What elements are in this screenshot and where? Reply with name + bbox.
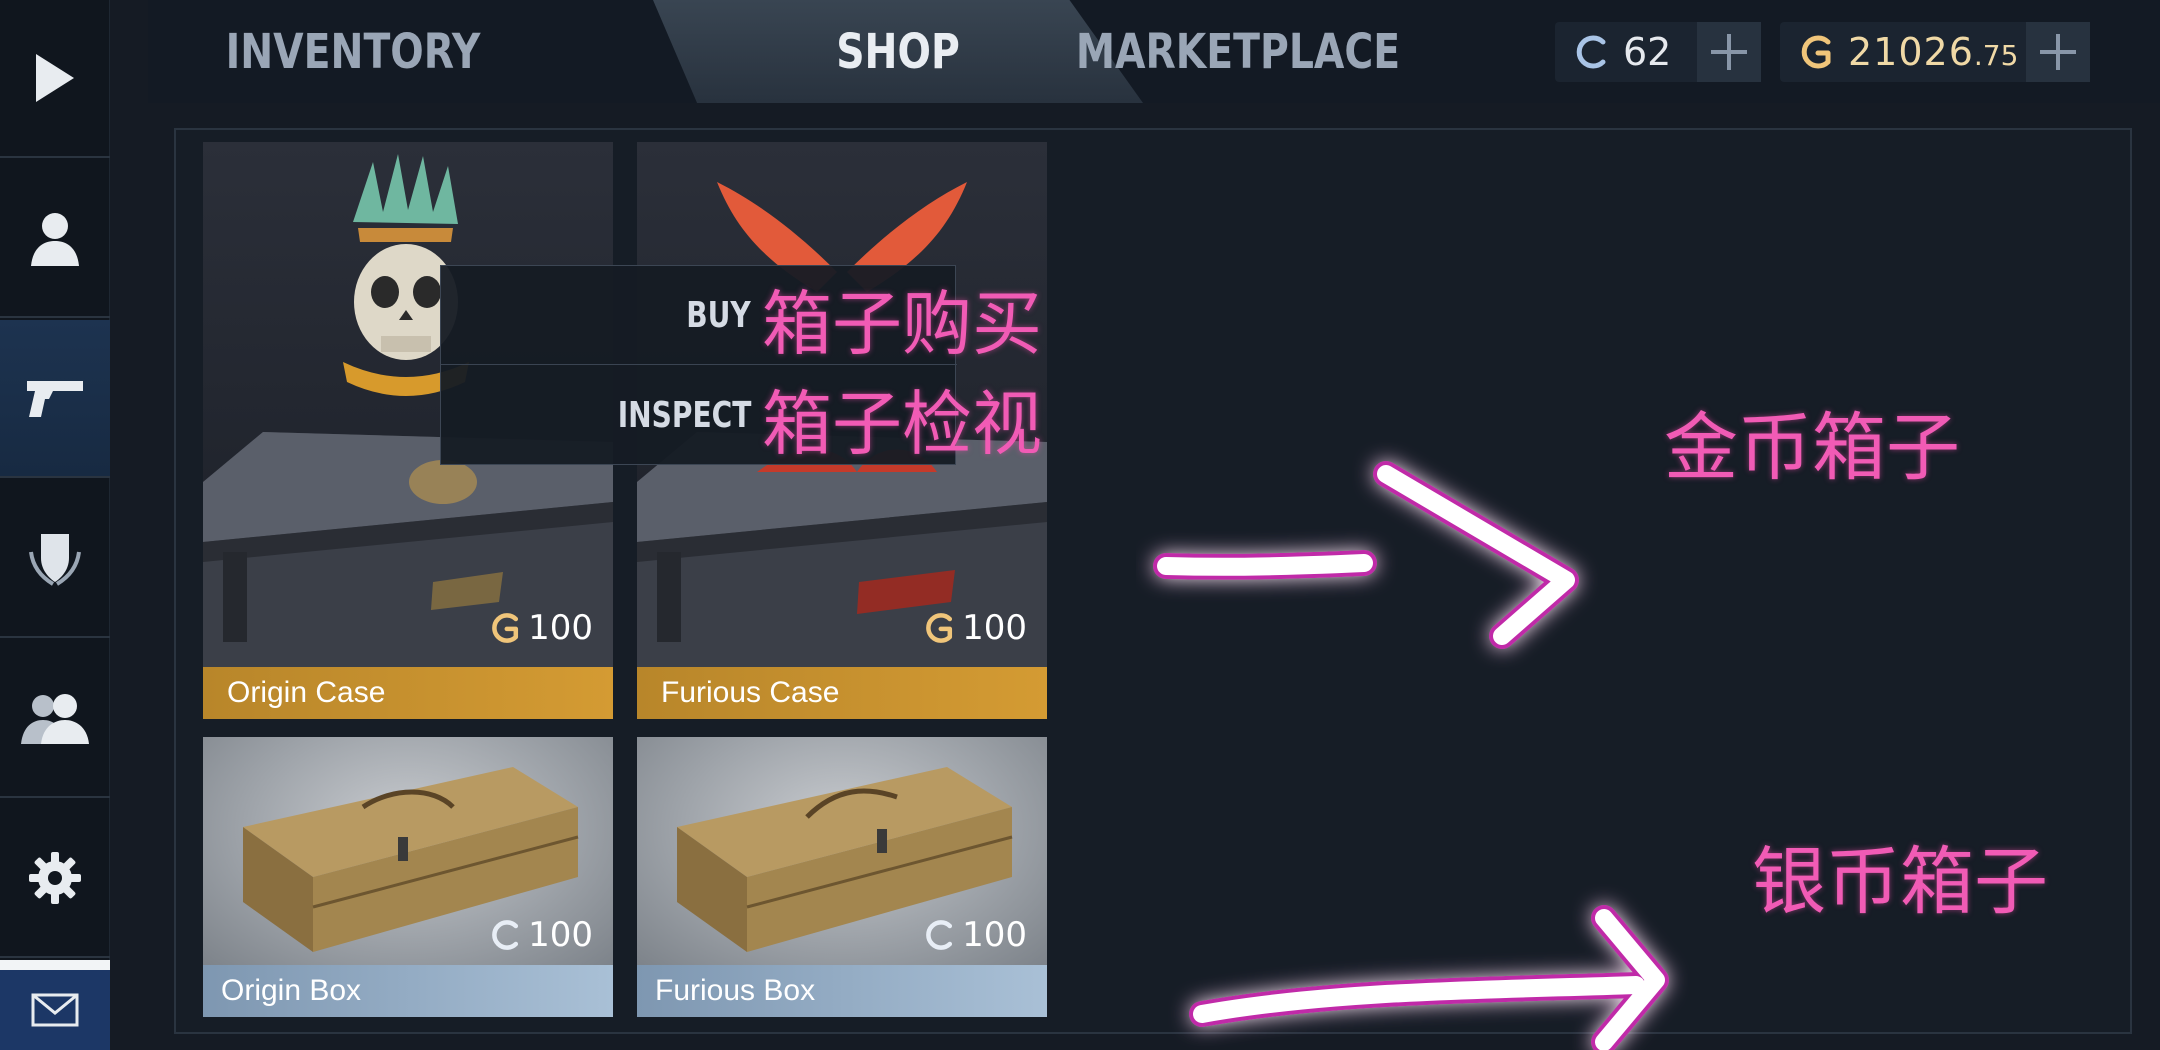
silver-coin-icon: [492, 920, 519, 950]
furious-case-price: 100: [922, 608, 1027, 648]
pistol-icon: [27, 381, 83, 417]
top-bar: INVENTORY SHOP MARKETPLACE 62 21026.75: [148, 0, 2160, 103]
mail-icon: [31, 993, 79, 1027]
furious-box-label: Furious Box: [637, 965, 1047, 1017]
silver-case-annotation: 银币箱子: [1752, 839, 2048, 925]
sidebar-item-mail[interactable]: [0, 960, 110, 1050]
sidebar-item-play[interactable]: [0, 0, 110, 158]
origin-case-price-value: 100: [528, 608, 593, 648]
origin-case-price: 100: [488, 608, 593, 648]
gold-balance: 21026.75: [1780, 22, 2090, 82]
silver-arrow-icon: [1189, 905, 1669, 1050]
gold-coin-icon: [492, 613, 519, 643]
furious-box-name: Furious Box: [655, 974, 816, 1007]
tab-marketplace-label: MARKETPLACE: [1075, 23, 1401, 80]
tab-marketplace[interactable]: MARKETPLACE: [1041, 0, 1435, 103]
plus-icon: [2040, 34, 2076, 70]
gear-icon: [29, 852, 81, 904]
sidebar-item-profile[interactable]: [0, 160, 110, 318]
origin-case-label: Origin Case: [203, 667, 613, 719]
furious-case-label: Furious Case: [637, 667, 1047, 719]
sidebar-item-rank[interactable]: [0, 480, 110, 638]
shield-icon: [29, 534, 81, 586]
add-silver-button[interactable]: [1697, 22, 1761, 82]
tab-shop-label: SHOP: [836, 23, 960, 80]
gold-amount: 21026: [1848, 30, 1974, 74]
inspect-annotation: 箱子检视: [762, 383, 1042, 465]
origin-box-name: Origin Box: [221, 974, 362, 1007]
shop-item-origin-box[interactable]: 100 Origin Box: [203, 737, 613, 1019]
origin-box-price: 100: [488, 915, 593, 955]
friends-icon: [21, 694, 89, 744]
buy-label: BUY: [686, 294, 751, 336]
gold-coin-icon: [926, 613, 953, 643]
play-icon: [36, 54, 74, 102]
gold-coin-icon: [1801, 35, 1831, 69]
profile-icon: [31, 213, 79, 266]
shop-panel: 100 Origin Case 100 Furious Case 100 Ori…: [174, 128, 2132, 1050]
furious-box-price: 100: [922, 915, 1027, 955]
gold-case-annotation: 金币箱子: [1664, 405, 1960, 491]
origin-box-price-value: 100: [528, 915, 593, 955]
sidebar: [0, 0, 110, 1050]
plus-icon: [1711, 34, 1747, 70]
tab-shop[interactable]: SHOP: [759, 0, 1038, 103]
furious-box-price-value: 100: [962, 915, 1027, 955]
shop-item-furious-box[interactable]: 100 Furious Box: [637, 737, 1047, 1019]
tab-inventory[interactable]: INVENTORY: [218, 0, 489, 103]
buy-annotation: 箱子购买: [762, 283, 1042, 365]
sidebar-item-settings[interactable]: [0, 800, 110, 958]
sidebar-item-weapons[interactable]: [0, 320, 110, 478]
silver-coin-icon: [1576, 35, 1606, 69]
tab-inventory-label: INVENTORY: [225, 23, 481, 80]
origin-box-label: Origin Box: [203, 965, 613, 1017]
origin-case-name: Origin Case: [227, 676, 386, 709]
sidebar-item-friends[interactable]: [0, 640, 110, 798]
inspect-label: INSPECT: [617, 395, 751, 436]
game-shop-screen: INVENTORY SHOP MARKETPLACE 62 21026.75 1…: [0, 0, 2160, 1050]
furious-case-price-value: 100: [962, 608, 1027, 648]
silver-balance: 62: [1555, 22, 1761, 82]
furious-case-name: Furious Case: [661, 676, 840, 709]
gold-arrow-icon: [1153, 461, 1579, 649]
gold-amount-decimal: .75: [1973, 38, 2019, 72]
add-gold-button[interactable]: [2026, 22, 2090, 82]
silver-coin-icon: [926, 920, 953, 950]
silver-amount: 62: [1623, 30, 1672, 74]
